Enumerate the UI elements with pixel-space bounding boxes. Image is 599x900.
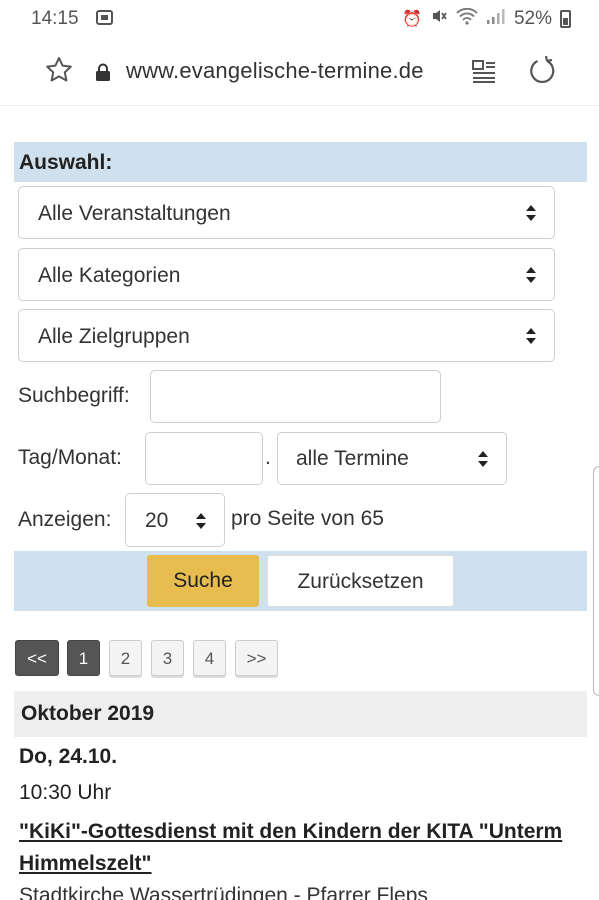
pager-page-2[interactable]: 2 (109, 640, 142, 676)
status-icons: ⏰ 52% (402, 7, 571, 30)
signal-icon (486, 7, 506, 30)
select-arrows-icon (196, 513, 206, 529)
message-icon (96, 10, 113, 25)
reload-icon[interactable] (527, 56, 557, 86)
browser-url-bar: www.evangelische-termine.de (0, 36, 599, 106)
day-month-input[interactable] (145, 432, 263, 485)
clock: 14:15 (31, 8, 79, 29)
url-text[interactable]: www.evangelische-termine.de (126, 58, 424, 84)
date-range-value: alle Termine (296, 447, 409, 470)
alarm-icon: ⏰ (402, 10, 422, 28)
per-page-value: 20 (145, 509, 169, 532)
date-range-select[interactable]: alle Termine (277, 432, 507, 485)
select-arrows-icon (526, 328, 536, 344)
search-input[interactable] (150, 370, 441, 423)
per-page-select[interactable]: 20 (125, 493, 225, 547)
battery-level: 52% (513, 7, 552, 29)
select-arrows-icon (526, 205, 536, 221)
event-location: Stadtkirche Wassertrüdingen - Pfarrer Fl… (19, 884, 428, 900)
per-page-suffix: pro Seite von 65 (231, 507, 384, 530)
mute-icon (430, 7, 448, 30)
pager-page-4[interactable]: 4 (193, 640, 226, 676)
date-separator: . (265, 446, 271, 469)
reader-mode-icon[interactable] (471, 58, 497, 84)
category-value: Alle Kategorien (38, 264, 181, 287)
status-bar: 14:15 ⏰ 52% (0, 0, 599, 36)
form-actions: Suche Zurücksetzen (14, 551, 587, 611)
month-header: Oktober 2019 (14, 691, 587, 737)
star-icon[interactable] (45, 56, 73, 84)
select-arrows-icon (478, 451, 488, 467)
edge-panel-handle[interactable] (593, 466, 599, 696)
select-arrows-icon (526, 267, 536, 283)
event-date: Do, 24.10. (19, 745, 118, 768)
battery-icon (560, 9, 571, 28)
lock-icon (96, 63, 110, 81)
pager-page-1[interactable]: 1 (67, 640, 100, 676)
show-label: Anzeigen: (18, 508, 112, 531)
reset-button[interactable]: Zurücksetzen (267, 555, 454, 607)
day-month-label: Tag/Monat: (18, 446, 122, 469)
selection-header: Auswahl: (14, 142, 587, 182)
pager-last[interactable]: >> (235, 640, 278, 676)
pager-first[interactable]: << (15, 640, 59, 676)
event-type-select[interactable]: Alle Veranstaltungen (18, 186, 555, 239)
search-button[interactable]: Suche (147, 555, 259, 607)
search-label: Suchbegriff: (18, 384, 130, 407)
audience-value: Alle Zielgruppen (38, 325, 190, 348)
pager-page-3[interactable]: 3 (151, 640, 184, 676)
event-time: 10:30 Uhr (19, 781, 112, 804)
event-title-link[interactable]: "KiKi"-Gottesdienst mit den Kindern der … (19, 816, 589, 880)
category-select[interactable]: Alle Kategorien (18, 248, 555, 301)
event-type-value: Alle Veranstaltungen (38, 202, 231, 225)
audience-select[interactable]: Alle Zielgruppen (18, 309, 555, 362)
wifi-icon (456, 7, 478, 30)
